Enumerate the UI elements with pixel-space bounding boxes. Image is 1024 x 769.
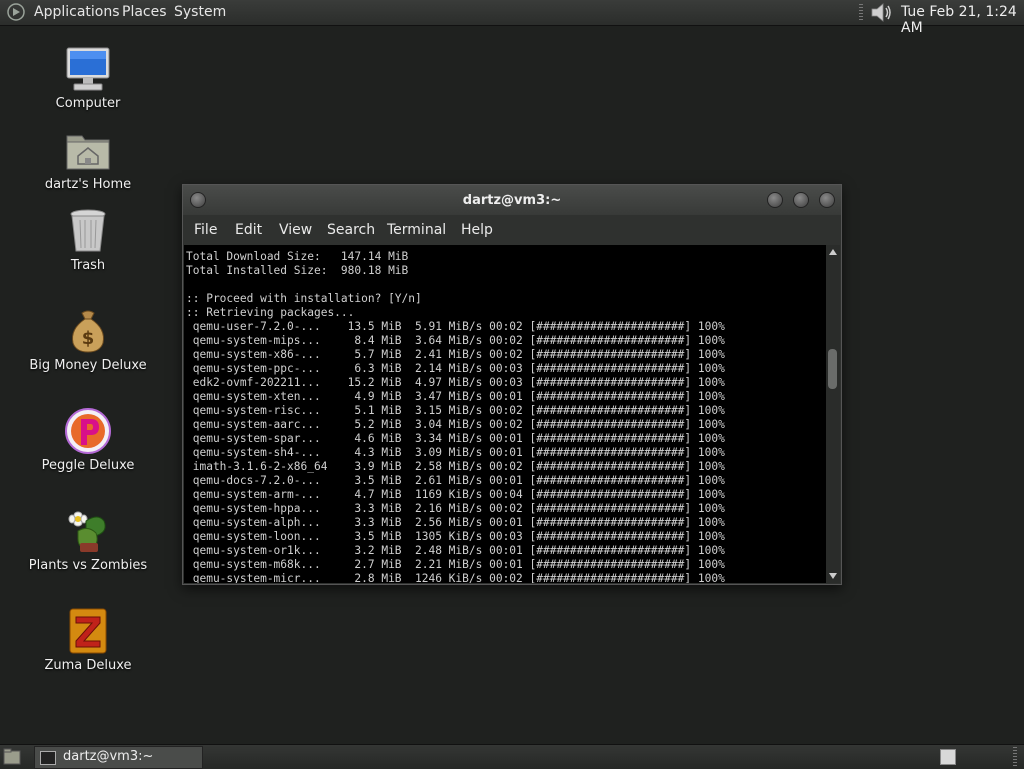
terminal-output[interactable]: Total Download Size: 147.14 MiB Total In… [184, 245, 826, 583]
scroll-up-arrow-icon[interactable] [829, 249, 837, 255]
system-menu[interactable]: System [174, 4, 226, 20]
taskbar-label: dartz@vm3:~ [63, 749, 154, 764]
close-button[interactable] [819, 192, 835, 208]
desktop-icon-computer[interactable]: Computer [23, 45, 153, 111]
svg-text:$: $ [82, 328, 95, 349]
workspace-switcher[interactable] [940, 749, 956, 765]
desktop-icon-trash[interactable]: Trash [23, 207, 153, 273]
panel-grip [1013, 747, 1017, 766]
panel-separator [859, 4, 863, 21]
gnome-foot-icon[interactable] [6, 3, 26, 21]
desktop-icon-label: Trash [70, 258, 106, 273]
terminal-text: Total Download Size: 147.14 MiB Total In… [186, 250, 725, 583]
top-panel: Applications Places System Tue Feb 21, 1… [0, 0, 1024, 36]
show-desktop-icon[interactable] [3, 748, 21, 765]
terminal-scrollbar[interactable] [826, 245, 840, 583]
desktop-icon-label: Plants vs Zombies [28, 558, 148, 573]
terminal-menubar: File Edit View Search Terminal Help [183, 215, 841, 245]
desktop-icon-label: Zuma Deluxe [44, 658, 132, 673]
desktop-icon-plants-vs-zombies[interactable]: Plants vs Zombies [23, 507, 153, 573]
desktop-icon-label: Computer [55, 96, 121, 111]
maximize-button[interactable] [793, 192, 809, 208]
desktop-icon-home[interactable]: dartz's Home [23, 126, 153, 192]
terminal-window[interactable]: dartz@vm3:~ File Edit View Search Termin… [182, 184, 842, 585]
trash-icon [70, 209, 106, 252]
desktop-icon-big-money[interactable]: $ Big Money Deluxe [23, 307, 153, 373]
desktop-icon-label: Big Money Deluxe [29, 358, 147, 373]
menu-help[interactable]: Help [461, 222, 493, 238]
scrollbar-thumb[interactable] [828, 349, 837, 389]
menu-edit[interactable]: Edit [235, 222, 262, 238]
window-title: dartz@vm3:~ [462, 193, 562, 208]
menu-terminal[interactable]: Terminal [387, 222, 446, 238]
title-bar[interactable]: dartz@vm3:~ [183, 185, 841, 215]
terminal-icon [40, 751, 56, 765]
plants-vs-zombies-icon [68, 511, 106, 552]
desktop-icon-zuma[interactable]: Zuma Deluxe [23, 607, 153, 673]
bottom-panel: dartz@vm3:~ [0, 744, 1024, 769]
desktop-icon-label: dartz's Home [44, 177, 132, 192]
places-menu[interactable]: Places [122, 4, 167, 20]
minimize-button[interactable] [767, 192, 783, 208]
money-bag-icon: $ [72, 310, 104, 353]
clock[interactable]: Tue Feb 21, 1:24 AM [901, 4, 1024, 36]
volume-icon[interactable] [868, 2, 894, 23]
zuma-icon [69, 608, 107, 654]
scroll-down-arrow-icon[interactable] [829, 573, 837, 579]
menu-file[interactable]: File [194, 222, 217, 238]
taskbar-button-terminal[interactable]: dartz@vm3:~ [34, 746, 203, 769]
menu-search[interactable]: Search [327, 222, 375, 238]
home-folder-icon [66, 135, 110, 170]
peggle-icon [65, 408, 111, 454]
desktop-icon-label: Peggle Deluxe [41, 458, 135, 473]
menu-view[interactable]: View [279, 222, 312, 238]
computer-icon [66, 47, 110, 91]
desktop-icon-peggle[interactable]: Peggle Deluxe [23, 407, 153, 473]
applications-menu[interactable]: Applications [34, 4, 120, 20]
